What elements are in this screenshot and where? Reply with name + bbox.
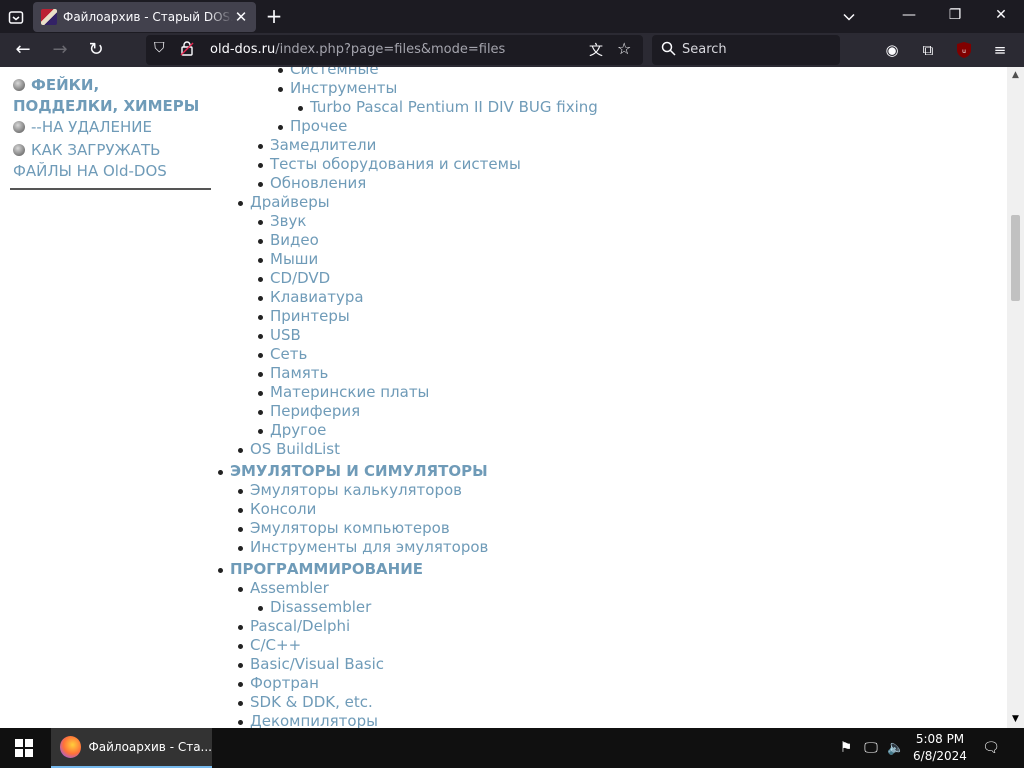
sidebar-item-delete[interactable]: --НА УДАЛЕНИЕ — [13, 117, 208, 138]
sidebar-item-upload-help[interactable]: КАК ЗАГРУЖАТЬ ФАЙЛЫ НА Old-DOS — [13, 140, 178, 182]
list-all-tabs-icon[interactable] — [826, 0, 872, 33]
sidebar-divider — [10, 188, 211, 190]
category-link[interactable]: Звук — [257, 212, 306, 231]
scroll-thumb[interactable] — [1011, 215, 1020, 301]
sidebar-item-label: КАК ЗАГРУЖАТЬ ФАЙЛЫ НА Old-DOS — [13, 141, 167, 180]
category-link[interactable]: Декомпиляторы — [238, 712, 378, 728]
taskbar-app-label: Файлоархив - Ста... — [88, 740, 212, 754]
category-link[interactable]: Тесты оборудования и системы — [258, 155, 521, 174]
category-link[interactable]: Замедлители — [257, 136, 376, 155]
clock-date: 6/8/2024 — [913, 749, 967, 763]
category-link[interactable]: Клавиатура — [258, 288, 364, 307]
restore-button[interactable]: ❐ — [932, 0, 978, 33]
category-link[interactable]: Basic/Visual Basic — [237, 655, 384, 674]
category-link[interactable]: Память — [257, 364, 328, 383]
tab-close-icon[interactable]: ✕ — [232, 8, 250, 26]
category-link[interactable]: USB — [258, 326, 301, 345]
category-link[interactable]: Обновления — [257, 174, 366, 193]
windows-start-icon[interactable] — [0, 728, 48, 768]
navigation-toolbar: ← → ↻ ⛉ old-dos.ru/index.php?page=files&… — [0, 33, 1024, 67]
volume-muted-icon[interactable]: 🔈 — [886, 738, 906, 758]
close-window-button[interactable]: ✕ — [978, 0, 1024, 33]
forward-icon[interactable]: → — [48, 38, 72, 62]
reload-icon[interactable]: ↻ — [84, 38, 108, 62]
page-viewport: ФЕЙКИ, ПОДДЕЛКИ, ХИМЕРЫ --НА УДАЛЕНИЕ КА… — [0, 67, 1007, 728]
category-link[interactable]: Другое — [257, 421, 326, 440]
category-link[interactable]: Принтеры — [258, 307, 350, 326]
category-link[interactable]: Pascal/Delphi — [237, 617, 350, 636]
clock-time: 5:08 PM — [915, 732, 965, 746]
taskbar-firefox-app[interactable]: Файлоархив - Ста... — [51, 728, 212, 768]
site-favicon-icon — [41, 9, 57, 25]
bullet-icon — [13, 144, 25, 156]
url-path: /index.php?page=files&mode=files — [275, 42, 506, 57]
url-text[interactable]: old-dos.ru/index.php?page=files&mode=fil… — [210, 42, 505, 57]
new-tab-button[interactable]: + — [263, 5, 285, 27]
category-link[interactable]: OS BuildList — [238, 440, 340, 459]
page-scrollbar[interactable]: ▲ ▼ — [1007, 67, 1024, 728]
category-link[interactable]: SDK & DDK, etc. — [238, 693, 373, 712]
category-link[interactable]: Системные — [278, 67, 379, 79]
category-heading[interactable]: ЭМУЛЯТОРЫ И СИМУЛЯТОРЫ — [218, 462, 488, 481]
svg-text:u: u — [962, 48, 966, 55]
ublock-origin-icon[interactable]: u — [952, 38, 976, 62]
category-link[interactable]: Инструменты для эмуляторов — [237, 538, 488, 557]
sidebar-item-label: --НА УДАЛЕНИЕ — [31, 118, 152, 136]
category-link[interactable]: Периферия — [257, 402, 360, 421]
shield-icon[interactable]: ⛉ — [154, 40, 165, 56]
tab-list-icon[interactable] — [6, 7, 26, 27]
url-bar[interactable]: ⛉ old-dos.ru/index.php?page=files&mode=f… — [146, 35, 643, 65]
category-link[interactable]: Консоли — [237, 500, 316, 519]
category-link[interactable]: Disassembler — [257, 598, 371, 617]
minimize-button[interactable]: — — [886, 0, 932, 33]
url-host: old-dos.ru — [210, 42, 276, 57]
search-input[interactable]: Search — [682, 42, 727, 57]
category-link[interactable]: Видео — [258, 231, 319, 250]
category-link[interactable]: Эмуляторы калькуляторов — [237, 481, 462, 500]
category-link[interactable]: C/C++ — [237, 636, 301, 655]
lock-insecure-icon[interactable] — [180, 40, 194, 60]
extensions-icon[interactable]: ⧉ — [916, 38, 940, 62]
search-icon — [661, 41, 676, 60]
category-link[interactable]: CD/DVD — [257, 269, 330, 288]
network-tray-icon[interactable]: 🖵 — [861, 738, 881, 758]
category-link[interactable]: Мыши — [257, 250, 318, 269]
account-icon[interactable]: ◉ — [880, 38, 904, 62]
category-link[interactable]: Материнские платы — [257, 383, 429, 402]
scroll-down-arrow-icon[interactable]: ▼ — [1007, 711, 1024, 728]
translate-icon[interactable]: 文 — [589, 40, 603, 60]
category-link[interactable]: Turbo Pascal Pentium II DIV BUG fixing — [298, 98, 598, 117]
category-link[interactable]: Инструменты — [277, 79, 397, 98]
category-link[interactable]: Эмуляторы компьютеров — [238, 519, 450, 538]
category-link[interactable]: Прочее — [277, 117, 347, 136]
category-heading[interactable]: ПРОГРАММИРОВАНИЕ — [217, 560, 423, 579]
firefox-icon — [60, 736, 82, 758]
bookmark-star-icon[interactable]: ☆ — [617, 39, 631, 58]
system-clock[interactable]: 5:08 PM 6/8/2024 — [910, 731, 970, 765]
back-icon[interactable]: ← — [11, 38, 35, 62]
active-tab[interactable]: Файлоархив - Старый DOS. Ab ✕ — [33, 2, 256, 32]
bullet-icon — [13, 79, 25, 91]
tab-bar: Файлоархив - Старый DOS. Ab ✕ + — ❐ ✕ — [0, 0, 1024, 33]
sidebar-item-label: ФЕЙКИ, ПОДДЕЛКИ, ХИМЕРЫ — [13, 76, 200, 115]
menu-hamburger-icon[interactable]: ≡ — [988, 38, 1012, 62]
tab-title: Файлоархив - Старый DOS. Ab — [63, 10, 233, 24]
bullet-icon — [13, 121, 25, 133]
category-link[interactable]: Драйверы — [238, 193, 330, 212]
category-link[interactable]: Сеть — [257, 345, 307, 364]
search-bar[interactable]: Search — [652, 35, 840, 65]
scroll-up-arrow-icon[interactable]: ▲ — [1007, 67, 1024, 84]
windows-taskbar: Файлоархив - Ста... ⚑ 🖵 🔈 5:08 PM 6/8/20… — [0, 728, 1024, 768]
people-tray-icon[interactable]: ⚑ — [836, 738, 856, 758]
sidebar-item-fakes[interactable]: ФЕЙКИ, ПОДДЕЛКИ, ХИМЕРЫ — [13, 75, 208, 117]
category-link[interactable]: Фортран — [238, 674, 319, 693]
category-link[interactable]: Assembler — [238, 579, 329, 598]
notifications-icon[interactable]: 🗨 — [981, 738, 1001, 758]
